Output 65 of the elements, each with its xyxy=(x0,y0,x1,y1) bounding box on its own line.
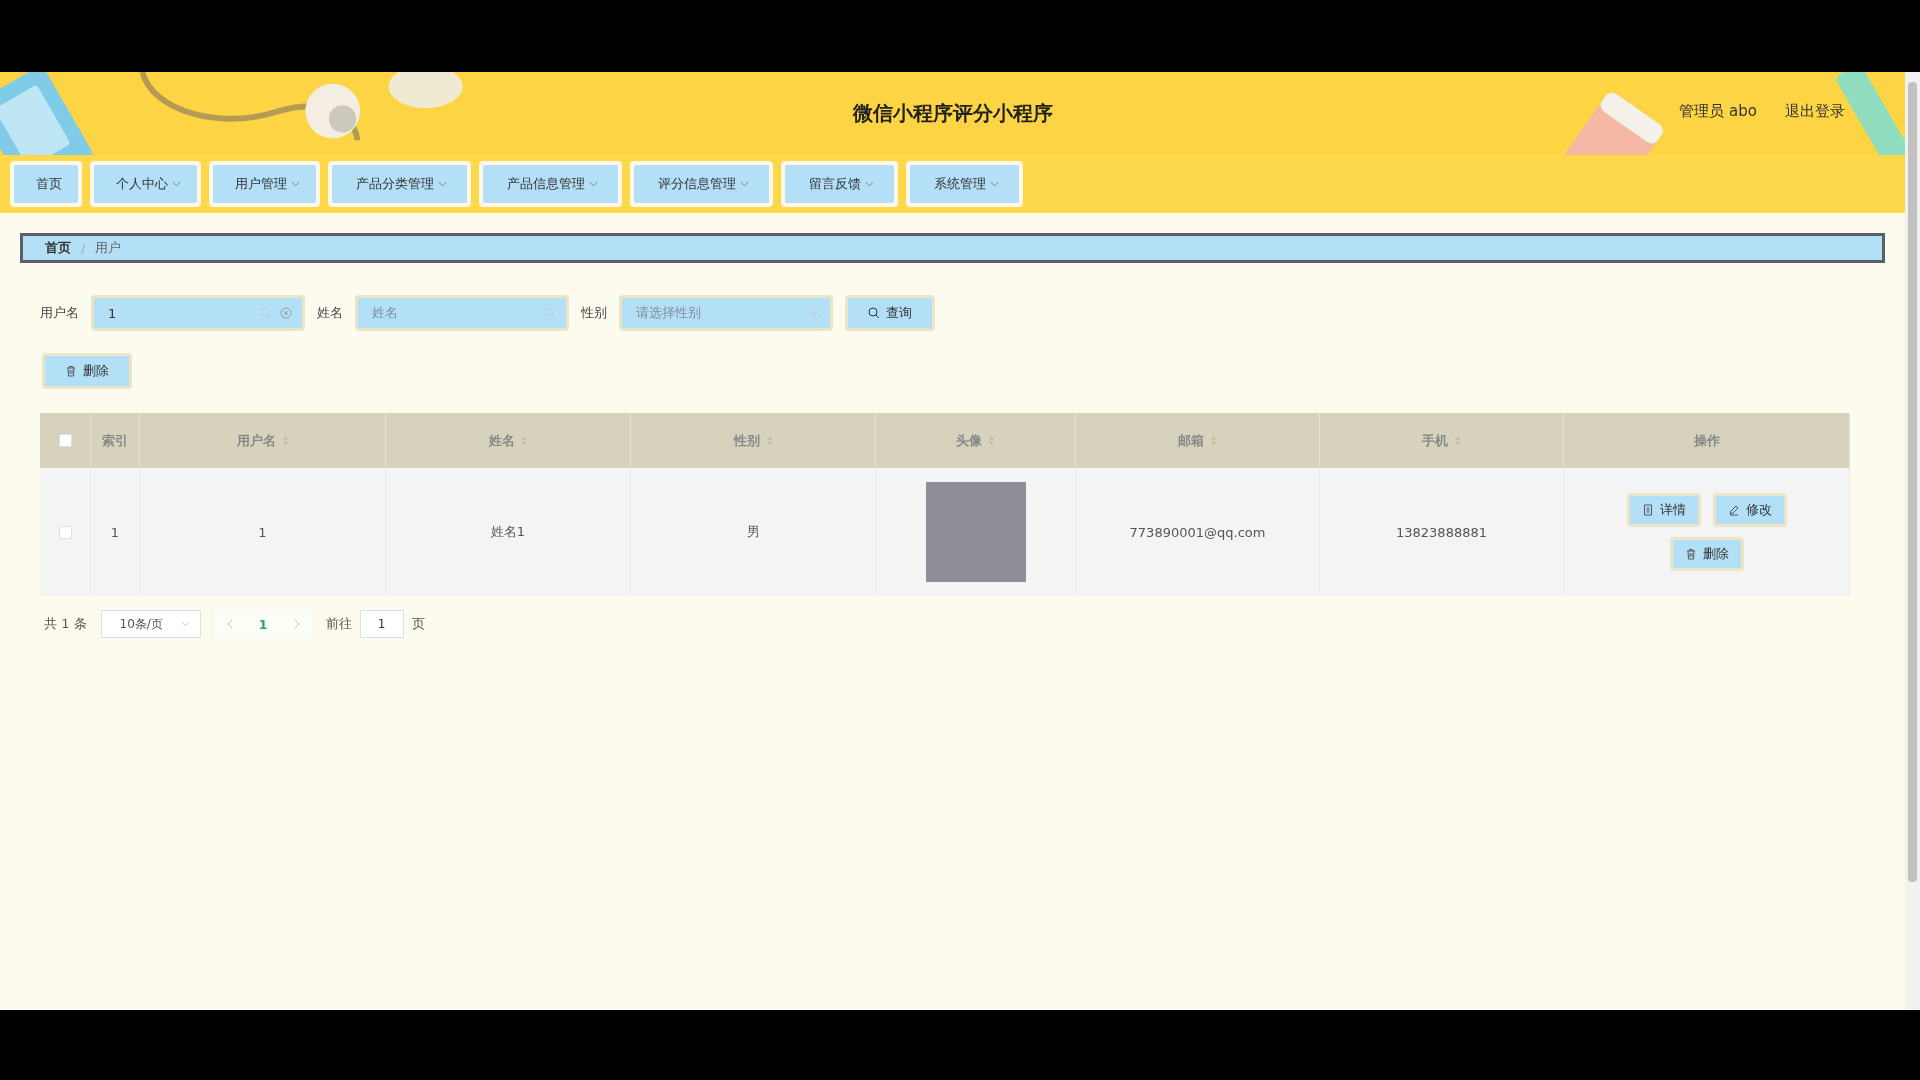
nav-menu-item[interactable]: 个人中心 xyxy=(94,165,197,203)
table-cell: 姓名1 xyxy=(490,523,526,541)
nav-menu-item[interactable]: 用户管理 xyxy=(213,165,316,203)
previous-page-icon[interactable] xyxy=(226,619,233,629)
breadcrumb-current[interactable]: 用户 xyxy=(95,239,122,257)
chevron-down-icon xyxy=(438,181,447,187)
chevron-down-icon xyxy=(740,181,749,187)
column-header: 姓名 xyxy=(386,413,631,468)
nav-menu-item[interactable]: 留言反馈 xyxy=(785,165,894,203)
admin-username: 管理员 abo xyxy=(1679,102,1757,121)
breadcrumb-separator: / xyxy=(81,240,86,256)
nav-menu-item[interactable]: 产品信息管理 xyxy=(483,165,618,203)
goto-label: 前往 xyxy=(325,615,352,633)
chevron-down-icon xyxy=(172,181,181,187)
clear-icon[interactable] xyxy=(280,307,292,319)
search-button[interactable]: 查询 xyxy=(848,298,932,328)
delete-button[interactable]: 删除 xyxy=(1672,540,1741,568)
trash-icon xyxy=(65,365,77,377)
nav-menu-item[interactable]: 产品分类管理 xyxy=(332,165,467,203)
page-suffix: 页 xyxy=(411,615,425,633)
nav-menu-item[interactable]: 首页 xyxy=(14,165,78,203)
scrollbar-thumb[interactable] xyxy=(1908,82,1917,882)
input-field[interactable]: 1 xyxy=(94,298,302,328)
page-size-select[interactable]: 10条/页 xyxy=(100,610,201,638)
column-header: 头像 xyxy=(876,413,1076,468)
total-count: 共 1 条 xyxy=(44,615,87,633)
document-icon xyxy=(1641,504,1654,516)
delete-button[interactable]: 删除 xyxy=(45,356,129,386)
chevron-down-icon xyxy=(180,621,190,627)
table-cell: 1 xyxy=(258,524,267,540)
table-cell: 男 xyxy=(746,523,760,541)
chevron-down-icon xyxy=(589,181,598,187)
row-checkbox[interactable] xyxy=(58,525,72,539)
edit-button[interactable]: 修改 xyxy=(1715,496,1784,524)
next-page-icon[interactable] xyxy=(293,619,300,629)
select-all-checkbox[interactable] xyxy=(58,434,72,447)
chevron-down-icon xyxy=(808,307,820,319)
detail-button[interactable]: 详情 xyxy=(1629,496,1698,524)
table-cell: 1 xyxy=(110,524,120,540)
trash-icon xyxy=(1684,548,1697,560)
nav-menu-item[interactable]: 系统管理 xyxy=(910,165,1019,203)
goto-page-input[interactable]: 1 xyxy=(359,610,404,638)
pencil-icon xyxy=(1727,504,1740,516)
nav-menu-item[interactable]: 评分信息管理 xyxy=(634,165,769,203)
column-header: 用户名 xyxy=(140,413,386,468)
search-icon xyxy=(868,307,880,319)
table-cell: 773890001@qq.com xyxy=(1129,524,1266,540)
column-header: 性别 xyxy=(631,413,876,468)
table-cell: 13823888881 xyxy=(1396,524,1487,540)
column-header: 手机 xyxy=(1320,413,1564,468)
column-header: 邮箱 xyxy=(1076,413,1320,468)
chevron-down-icon xyxy=(291,181,300,187)
filter-label: 姓名 xyxy=(317,304,343,322)
filter-label: 性别 xyxy=(581,304,607,322)
logout-link[interactable]: 退出登录 xyxy=(1785,102,1845,121)
scrollbar[interactable] xyxy=(1905,72,1920,1010)
column-header: 索引 xyxy=(91,413,140,468)
column-header: 操作 xyxy=(1564,413,1850,468)
chevron-down-icon xyxy=(865,181,874,187)
app-title: 微信小程序评分小程序 xyxy=(852,100,1053,127)
breadcrumb-link[interactable]: 首页 xyxy=(45,239,71,257)
search-icon xyxy=(544,307,556,319)
filter-label: 用户名 xyxy=(40,304,79,322)
chevron-down-icon xyxy=(990,181,999,187)
search-icon xyxy=(260,307,272,319)
